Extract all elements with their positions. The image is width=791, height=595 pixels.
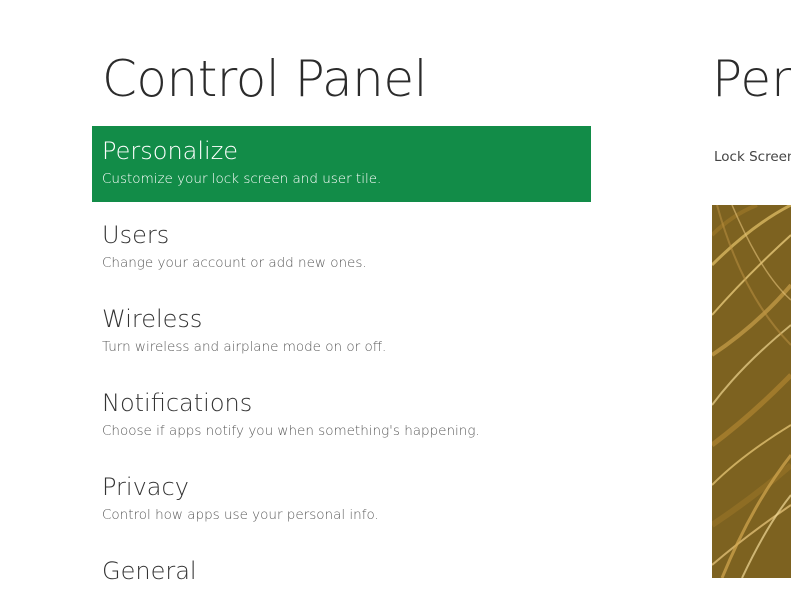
category-wireless[interactable]: Wireless Turn wireless and airplane mode…: [92, 294, 591, 370]
lock-screen-heading: Lock Screen: [714, 149, 791, 165]
category-general[interactable]: General: [92, 546, 591, 595]
category-title: Notifications: [102, 389, 253, 417]
category-notifications[interactable]: Notifications Choose if apps notify you …: [92, 378, 591, 454]
category-personalize[interactable]: Personalize Customize your lock screen a…: [92, 126, 591, 202]
category-description: Control how apps use your personal info.: [102, 507, 379, 523]
category-description: Customize your lock screen and user tile…: [102, 171, 382, 187]
category-title: Privacy: [102, 473, 189, 501]
category-title: Wireless: [102, 305, 203, 333]
category-privacy[interactable]: Privacy Control how apps use your person…: [92, 462, 591, 538]
category-title: Users: [102, 221, 170, 249]
category-title: General: [102, 557, 197, 585]
page-title: Control Panel: [102, 50, 428, 108]
category-users[interactable]: Users Change your account or add new one…: [92, 210, 591, 286]
category-title: Personalize: [102, 137, 239, 165]
category-description: Choose if apps notify you when something…: [102, 423, 480, 439]
detail-title: Pers: [712, 50, 791, 108]
category-description: Change your account or add new ones.: [102, 255, 367, 271]
lock-screen-preview-image[interactable]: [712, 205, 791, 578]
grass-image: [712, 205, 791, 578]
category-description: Turn wireless and airplane mode on or of…: [102, 339, 387, 355]
